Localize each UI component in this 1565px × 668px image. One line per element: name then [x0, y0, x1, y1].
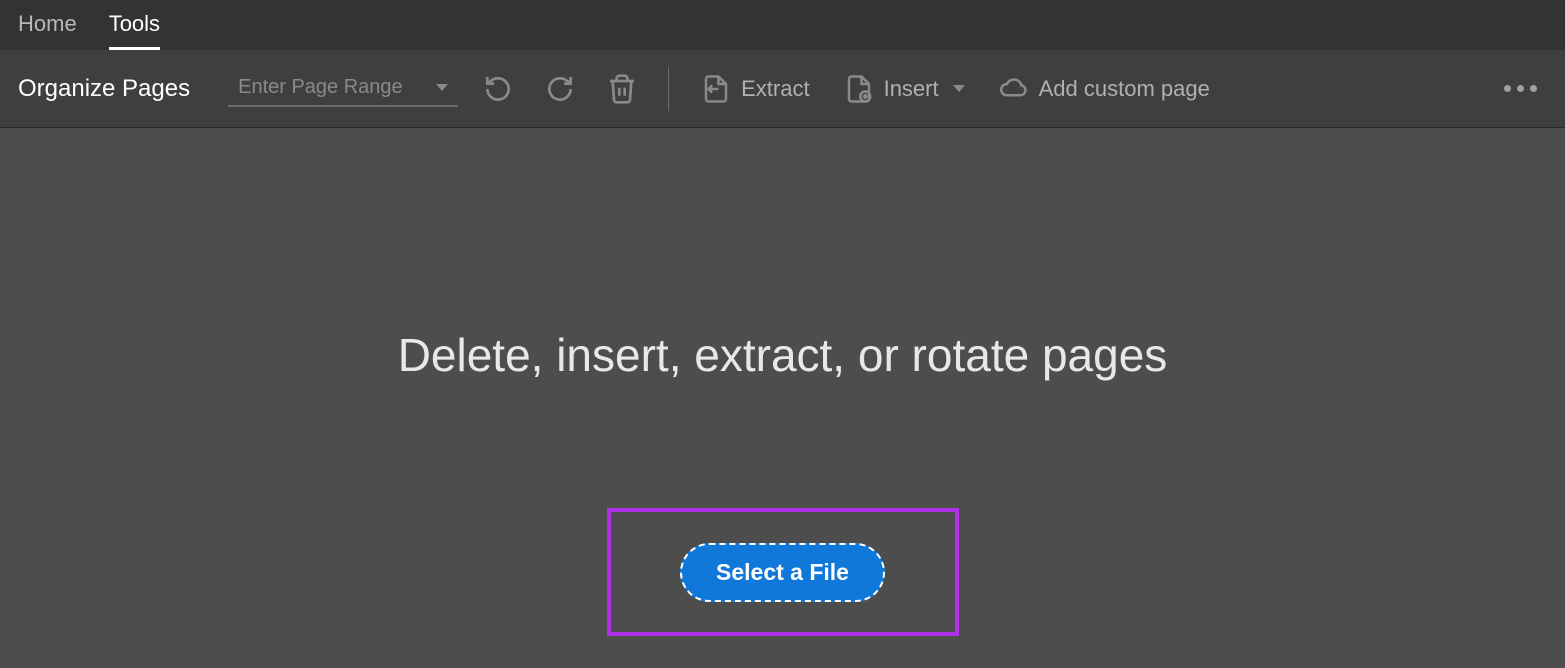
rotate-cw-button[interactable]	[538, 67, 582, 111]
insert-label: Insert	[884, 76, 939, 102]
dot-icon	[1504, 85, 1511, 92]
select-file-button[interactable]: Select a File	[680, 543, 885, 602]
headline-text: Delete, insert, extract, or rotate pages	[0, 328, 1565, 382]
extract-icon	[701, 74, 731, 104]
rotate-ccw-button[interactable]	[476, 67, 520, 111]
toolbar-title: Organize Pages	[18, 75, 190, 103]
add-custom-page-button[interactable]: Add custom page	[991, 70, 1218, 108]
cloud-icon	[999, 74, 1029, 104]
extract-label: Extract	[741, 76, 809, 102]
rotate-cw-icon	[544, 73, 576, 105]
chevron-down-icon	[953, 85, 965, 92]
chevron-down-icon	[436, 84, 448, 91]
more-options-button[interactable]	[1494, 75, 1547, 102]
add-custom-label: Add custom page	[1039, 76, 1210, 102]
trash-icon	[606, 73, 638, 105]
page-range-dropdown[interactable]: Enter Page Range	[228, 70, 458, 107]
insert-button[interactable]: Insert	[836, 70, 973, 108]
toolbar-divider	[668, 67, 669, 111]
page-range-placeholder: Enter Page Range	[238, 76, 403, 99]
tab-home[interactable]: Home	[18, 0, 77, 50]
rotate-ccw-icon	[482, 73, 514, 105]
dot-icon	[1517, 85, 1524, 92]
select-file-highlight: Select a File	[607, 508, 959, 636]
top-tab-bar: Home Tools	[0, 0, 1565, 50]
main-content: Delete, insert, extract, or rotate pages…	[0, 128, 1565, 668]
tab-tools[interactable]: Tools	[109, 0, 160, 50]
insert-icon	[844, 74, 874, 104]
extract-button[interactable]: Extract	[693, 70, 817, 108]
dot-icon	[1530, 85, 1537, 92]
delete-button[interactable]	[600, 67, 644, 111]
organize-toolbar: Organize Pages Enter Page Range	[0, 50, 1565, 128]
